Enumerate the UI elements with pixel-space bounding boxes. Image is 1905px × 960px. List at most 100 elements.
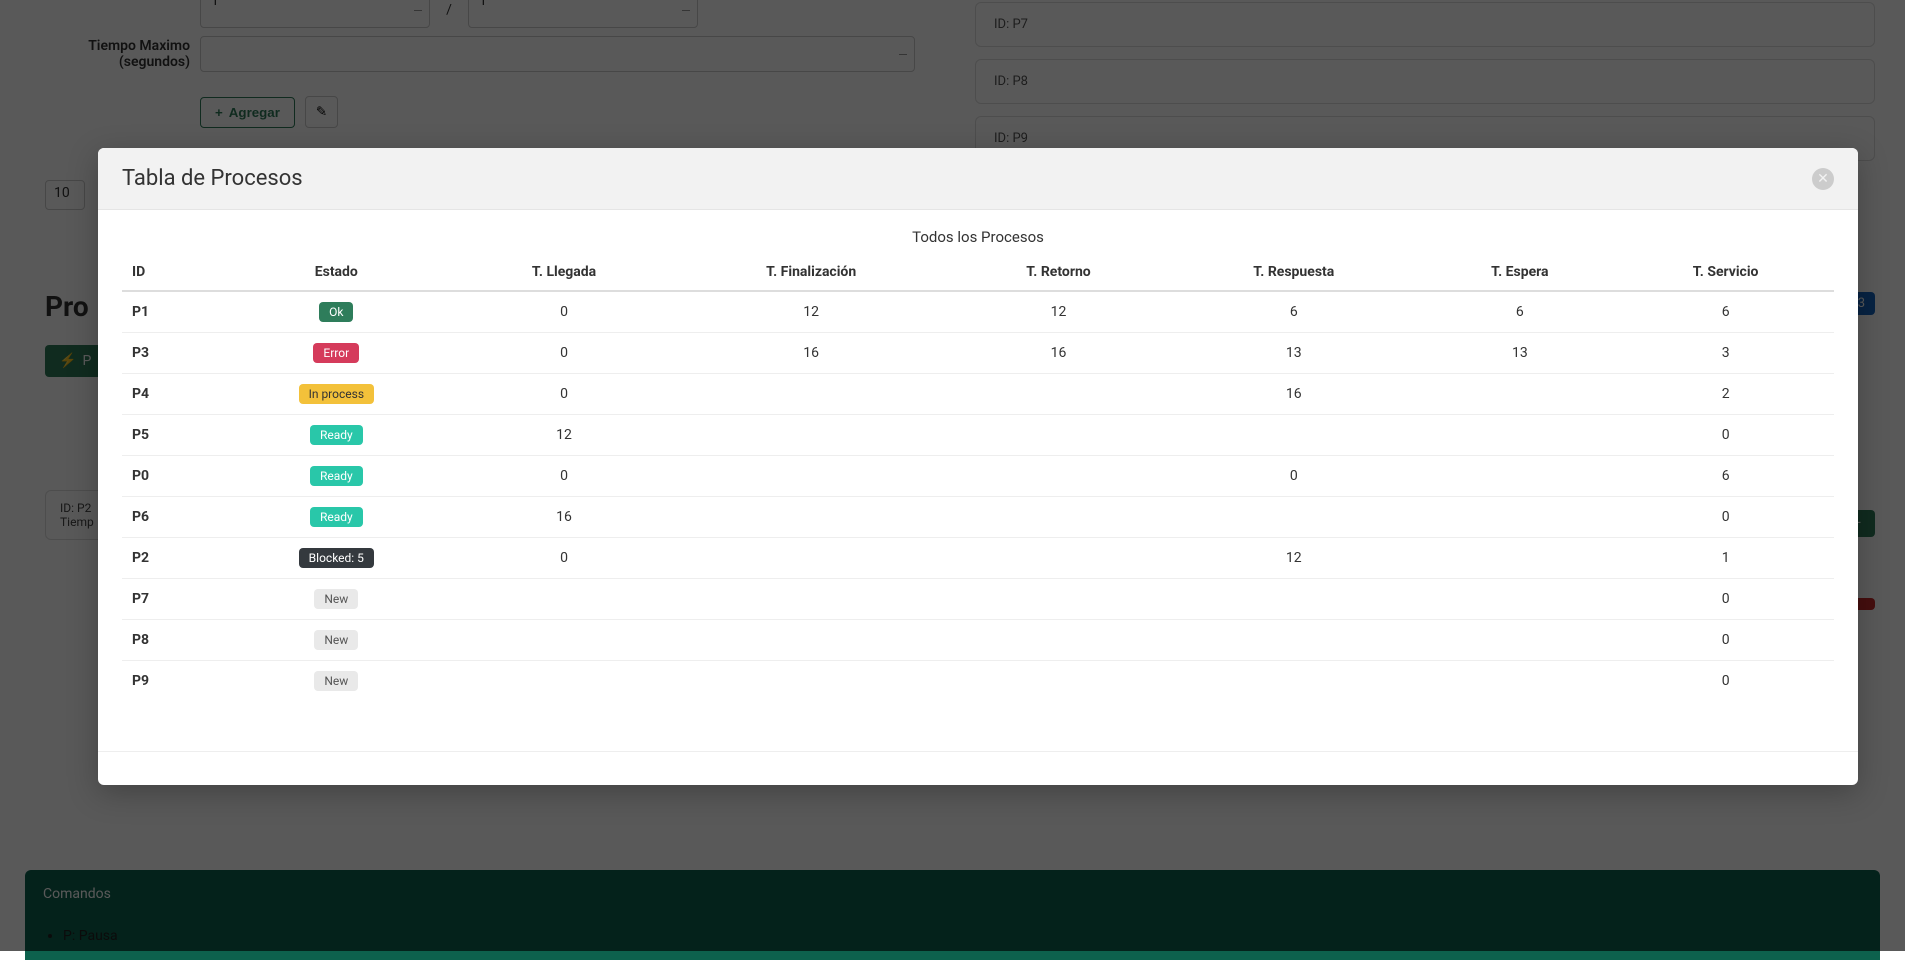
cell-llegada: 0 — [458, 333, 671, 374]
status-badge: In process — [299, 384, 374, 404]
cell-respuesta — [1165, 497, 1422, 538]
status-badge: New — [314, 589, 358, 609]
cell-estado: New — [215, 620, 458, 661]
cell-servicio: 0 — [1617, 579, 1834, 620]
cell-llegada — [458, 661, 671, 702]
cell-servicio: 0 — [1617, 620, 1834, 661]
cell-servicio: 0 — [1617, 497, 1834, 538]
table-row: P0Ready006 — [122, 456, 1834, 497]
table-row: P5 Ready 12 0 — [122, 415, 1834, 456]
cell-espera — [1422, 579, 1617, 620]
process-card: ID: P8 — [975, 59, 1875, 104]
col-header: T. Servicio — [1617, 254, 1834, 291]
col-header: T. Respuesta — [1165, 254, 1422, 291]
cell-id: P1 — [122, 291, 215, 333]
edit-button[interactable]: ✎ — [305, 96, 338, 128]
add-button[interactable]: + Agregar — [200, 97, 295, 128]
cell-id: P0 — [122, 456, 215, 497]
cell-id: P5 — [122, 415, 215, 456]
cell-espera — [1422, 415, 1617, 456]
col-header: T. Llegada — [458, 254, 671, 291]
status-badge: Ready — [310, 425, 363, 445]
cell-servicio: 0 — [1617, 661, 1834, 702]
cell-fin — [671, 538, 952, 579]
cell-respuesta: 0 — [1165, 456, 1422, 497]
cell-retorno — [952, 374, 1165, 415]
table-row: P2Blocked: 50121 — [122, 538, 1834, 579]
cell-fin: 16 — [671, 333, 952, 374]
status-badge: New — [314, 630, 358, 650]
cell-estado: Ok — [215, 291, 458, 333]
table-row: P4In process0162 — [122, 374, 1834, 415]
cell-servicio: 6 — [1617, 456, 1834, 497]
cell-fin — [671, 374, 952, 415]
cell-respuesta: 16 — [1165, 374, 1422, 415]
cell-retorno: 16 — [952, 333, 1165, 374]
cell-id: P8 — [122, 620, 215, 661]
modal-body: Todos los Procesos IDEstadoT. LlegadaT. … — [98, 210, 1858, 751]
cell-retorno — [952, 620, 1165, 661]
col-header: T. Finalización — [671, 254, 952, 291]
cell-espera — [1422, 456, 1617, 497]
cell-estado: Error — [215, 333, 458, 374]
cell-llegada: 0 — [458, 374, 671, 415]
table-row: P8 New 0 — [122, 620, 1834, 661]
section-title: Pro — [45, 290, 89, 323]
modal-header: Tabla de Procesos ✕ — [98, 148, 1858, 210]
table-row: P1Ok01212666 — [122, 291, 1834, 333]
cell-id: P6 — [122, 497, 215, 538]
cell-estado: Ready — [215, 497, 458, 538]
cell-respuesta — [1165, 620, 1422, 661]
modal-procesos: Tabla de Procesos ✕ Todos los Procesos I… — [98, 148, 1858, 785]
cell-espera: 6 — [1422, 291, 1617, 333]
cell-retorno — [952, 415, 1165, 456]
cell-estado: Ready — [215, 415, 458, 456]
cell-llegada: 0 — [458, 291, 671, 333]
cell-estado: New — [215, 661, 458, 702]
cell-fin — [671, 415, 952, 456]
table-row: P7 New 0 — [122, 579, 1834, 620]
col-header: Estado — [215, 254, 458, 291]
cell-espera — [1422, 661, 1617, 702]
modal-close-button[interactable]: ✕ — [1812, 168, 1834, 190]
cell-espera — [1422, 620, 1617, 661]
comandos-panel: Comandos P: Pausa — [25, 870, 1880, 960]
cell-servicio: 2 — [1617, 374, 1834, 415]
cell-fin — [671, 456, 952, 497]
cell-respuesta: 13 — [1165, 333, 1422, 374]
input-tiempo-max[interactable] — [200, 36, 915, 72]
cell-estado: Ready — [215, 456, 458, 497]
number-input[interactable]: 10 — [45, 180, 85, 210]
cell-id: P3 — [122, 333, 215, 374]
right-card-list: ID: P7 ID: P8 ID: P9 — [975, 0, 1875, 161]
cell-servicio: 1 — [1617, 538, 1834, 579]
cell-retorno — [952, 579, 1165, 620]
cell-espera: 13 — [1422, 333, 1617, 374]
status-badge: Ok — [319, 302, 353, 322]
spinner-left[interactable]: 1 — [200, 0, 430, 28]
cell-fin — [671, 620, 952, 661]
cell-llegada: 16 — [458, 497, 671, 538]
comandos-title: Comandos — [43, 886, 1862, 902]
cell-retorno — [952, 661, 1165, 702]
cell-espera — [1422, 497, 1617, 538]
cell-llegada — [458, 579, 671, 620]
run-button[interactable]: ⚡ P — [45, 345, 105, 377]
cell-retorno — [952, 497, 1165, 538]
cell-llegada: 0 — [458, 538, 671, 579]
cell-servicio: 0 — [1617, 415, 1834, 456]
cell-llegada — [458, 620, 671, 661]
cell-id: P7 — [122, 579, 215, 620]
cell-fin — [671, 497, 952, 538]
procesos-table: IDEstadoT. LlegadaT. FinalizaciónT. Reto… — [122, 254, 1834, 701]
cell-respuesta — [1165, 579, 1422, 620]
table-row: P3Error0161613133 — [122, 333, 1834, 374]
spinner-right[interactable]: 1 — [468, 0, 698, 28]
close-icon: ✕ — [1817, 171, 1829, 187]
cell-espera — [1422, 374, 1617, 415]
cell-llegada: 12 — [458, 415, 671, 456]
bolt-icon: ⚡ — [59, 353, 76, 369]
status-badge: Error — [313, 343, 359, 363]
cell-respuesta: 6 — [1165, 291, 1422, 333]
modal-footer — [98, 751, 1858, 785]
